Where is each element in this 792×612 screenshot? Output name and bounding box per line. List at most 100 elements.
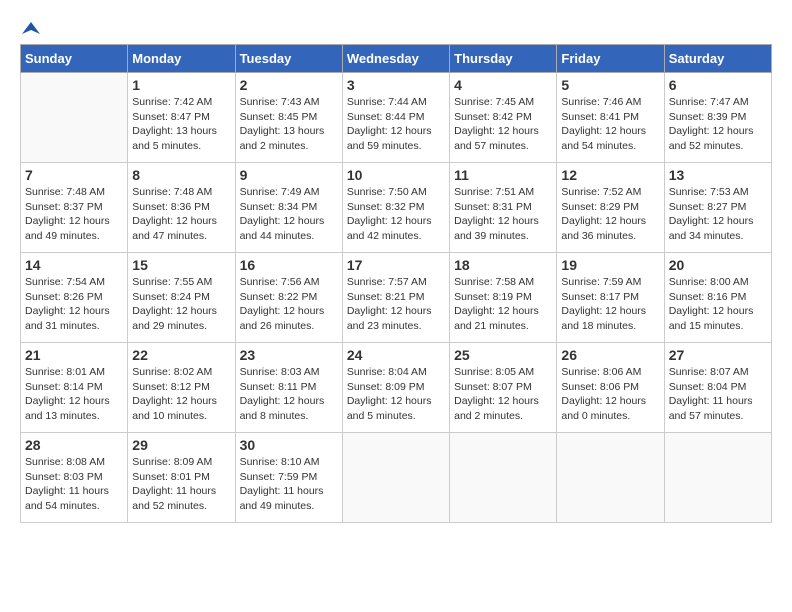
weekday-header-thursday: Thursday — [450, 45, 557, 73]
day-info: Sunrise: 7:42 AM Sunset: 8:47 PM Dayligh… — [132, 95, 230, 154]
calendar-cell: 13 Sunrise: 7:53 AM Sunset: 8:27 PM Dayli… — [664, 163, 771, 253]
day-info: Sunrise: 7:44 AM Sunset: 8:44 PM Dayligh… — [347, 95, 445, 154]
calendar-cell: 3 Sunrise: 7:44 AM Sunset: 8:44 PM Daylig… — [342, 73, 449, 163]
day-info: Sunrise: 7:53 AM Sunset: 8:27 PM Dayligh… — [669, 185, 767, 244]
calendar-cell — [342, 433, 449, 523]
day-info: Sunrise: 8:06 AM Sunset: 8:06 PM Dayligh… — [561, 365, 659, 424]
calendar-cell: 18 Sunrise: 7:58 AM Sunset: 8:19 PM Dayli… — [450, 253, 557, 343]
weekday-header-saturday: Saturday — [664, 45, 771, 73]
calendar-table: SundayMondayTuesdayWednesdayThursdayFrid… — [20, 44, 772, 523]
day-number: 2 — [240, 77, 338, 93]
day-number: 3 — [347, 77, 445, 93]
day-number: 10 — [347, 167, 445, 183]
day-number: 5 — [561, 77, 659, 93]
calendar-cell: 4 Sunrise: 7:45 AM Sunset: 8:42 PM Daylig… — [450, 73, 557, 163]
day-info: Sunrise: 8:07 AM Sunset: 8:04 PM Dayligh… — [669, 365, 767, 424]
calendar-cell: 26 Sunrise: 8:06 AM Sunset: 8:06 PM Dayli… — [557, 343, 664, 433]
calendar-cell: 1 Sunrise: 7:42 AM Sunset: 8:47 PM Daylig… — [128, 73, 235, 163]
day-number: 4 — [454, 77, 552, 93]
weekday-header-sunday: Sunday — [21, 45, 128, 73]
calendar-cell: 2 Sunrise: 7:43 AM Sunset: 8:45 PM Daylig… — [235, 73, 342, 163]
day-number: 8 — [132, 167, 230, 183]
calendar-cell: 21 Sunrise: 8:01 AM Sunset: 8:14 PM Dayli… — [21, 343, 128, 433]
calendar-cell: 23 Sunrise: 8:03 AM Sunset: 8:11 PM Dayli… — [235, 343, 342, 433]
day-number: 11 — [454, 167, 552, 183]
day-info: Sunrise: 7:50 AM Sunset: 8:32 PM Dayligh… — [347, 185, 445, 244]
day-info: Sunrise: 8:08 AM Sunset: 8:03 PM Dayligh… — [25, 455, 123, 514]
day-info: Sunrise: 7:43 AM Sunset: 8:45 PM Dayligh… — [240, 95, 338, 154]
calendar-cell: 30 Sunrise: 8:10 AM Sunset: 7:59 PM Dayli… — [235, 433, 342, 523]
day-info: Sunrise: 7:58 AM Sunset: 8:19 PM Dayligh… — [454, 275, 552, 334]
calendar-cell: 22 Sunrise: 8:02 AM Sunset: 8:12 PM Dayli… — [128, 343, 235, 433]
day-number: 22 — [132, 347, 230, 363]
calendar-cell: 25 Sunrise: 8:05 AM Sunset: 8:07 PM Dayli… — [450, 343, 557, 433]
calendar-cell: 29Sunrise: 8:09 AM Sunset: 8:01 PM Dayli… — [128, 433, 235, 523]
day-info: Sunrise: 7:45 AM Sunset: 8:42 PM Dayligh… — [454, 95, 552, 154]
calendar-cell: 14 Sunrise: 7:54 AM Sunset: 8:26 PM Dayli… — [21, 253, 128, 343]
weekday-header-friday: Friday — [557, 45, 664, 73]
day-number: 9 — [240, 167, 338, 183]
day-info: Sunrise: 8:01 AM Sunset: 8:14 PM Dayligh… — [25, 365, 123, 424]
calendar-cell: 9 Sunrise: 7:49 AM Sunset: 8:34 PM Daylig… — [235, 163, 342, 253]
calendar-cell: 16Sunrise: 7:56 AM Sunset: 8:22 PM Dayli… — [235, 253, 342, 343]
day-number: 16 — [240, 257, 338, 273]
calendar-cell — [557, 433, 664, 523]
day-info: Sunrise: 8:09 AM Sunset: 8:01 PM Dayligh… — [132, 455, 230, 514]
day-info: Sunrise: 8:00 AM Sunset: 8:16 PM Dayligh… — [669, 275, 767, 334]
day-info: Sunrise: 7:52 AM Sunset: 8:29 PM Dayligh… — [561, 185, 659, 244]
calendar-cell — [21, 73, 128, 163]
header — [20, 20, 772, 34]
calendar-cell: 28 Sunrise: 8:08 AM Sunset: 8:03 PM Dayli… — [21, 433, 128, 523]
day-number: 19 — [561, 257, 659, 273]
calendar-cell: 10 Sunrise: 7:50 AM Sunset: 8:32 PM Dayli… — [342, 163, 449, 253]
day-number: 24 — [347, 347, 445, 363]
calendar-cell: 17 Sunrise: 7:57 AM Sunset: 8:21 PM Dayli… — [342, 253, 449, 343]
calendar-cell: 15 Sunrise: 7:55 AM Sunset: 8:24 PM Dayli… — [128, 253, 235, 343]
day-info: Sunrise: 7:47 AM Sunset: 8:39 PM Dayligh… — [669, 95, 767, 154]
day-number: 26 — [561, 347, 659, 363]
calendar-cell: 12 Sunrise: 7:52 AM Sunset: 8:29 PM Dayli… — [557, 163, 664, 253]
day-info: Sunrise: 8:05 AM Sunset: 8:07 PM Dayligh… — [454, 365, 552, 424]
day-number: 6 — [669, 77, 767, 93]
day-number: 14 — [25, 257, 123, 273]
calendar-cell — [664, 433, 771, 523]
day-info: Sunrise: 7:57 AM Sunset: 8:21 PM Dayligh… — [347, 275, 445, 334]
day-info: Sunrise: 8:10 AM Sunset: 7:59 PM Dayligh… — [240, 455, 338, 514]
calendar-cell: 8 Sunrise: 7:48 AM Sunset: 8:36 PM Daylig… — [128, 163, 235, 253]
calendar-cell: 27Sunrise: 8:07 AM Sunset: 8:04 PM Dayli… — [664, 343, 771, 433]
day-info: Sunrise: 8:02 AM Sunset: 8:12 PM Dayligh… — [132, 365, 230, 424]
day-info: Sunrise: 7:51 AM Sunset: 8:31 PM Dayligh… — [454, 185, 552, 244]
day-number: 1 — [132, 77, 230, 93]
day-number: 15 — [132, 257, 230, 273]
day-number: 12 — [561, 167, 659, 183]
day-info: Sunrise: 8:03 AM Sunset: 8:11 PM Dayligh… — [240, 365, 338, 424]
logo-bird-icon — [22, 20, 40, 38]
calendar-cell: 24 Sunrise: 8:04 AM Sunset: 8:09 PM Dayli… — [342, 343, 449, 433]
day-number: 17 — [347, 257, 445, 273]
day-info: Sunrise: 7:54 AM Sunset: 8:26 PM Dayligh… — [25, 275, 123, 334]
calendar-cell: 20 Sunrise: 8:00 AM Sunset: 8:16 PM Dayli… — [664, 253, 771, 343]
day-number: 30 — [240, 437, 338, 453]
day-info: Sunrise: 8:04 AM Sunset: 8:09 PM Dayligh… — [347, 365, 445, 424]
day-number: 13 — [669, 167, 767, 183]
calendar-cell — [450, 433, 557, 523]
calendar-cell: 11 Sunrise: 7:51 AM Sunset: 8:31 PM Dayli… — [450, 163, 557, 253]
weekday-header-wednesday: Wednesday — [342, 45, 449, 73]
weekday-header-monday: Monday — [128, 45, 235, 73]
day-info: Sunrise: 7:59 AM Sunset: 8:17 PM Dayligh… — [561, 275, 659, 334]
day-info: Sunrise: 7:46 AM Sunset: 8:41 PM Dayligh… — [561, 95, 659, 154]
day-number: 28 — [25, 437, 123, 453]
calendar-cell: 19 Sunrise: 7:59 AM Sunset: 8:17 PM Dayli… — [557, 253, 664, 343]
day-number: 25 — [454, 347, 552, 363]
day-number: 23 — [240, 347, 338, 363]
day-number: 21 — [25, 347, 123, 363]
day-number: 18 — [454, 257, 552, 273]
calendar-cell: 5 Sunrise: 7:46 AM Sunset: 8:41 PM Daylig… — [557, 73, 664, 163]
calendar-cell: 7Sunrise: 7:48 AM Sunset: 8:37 PM Daylig… — [21, 163, 128, 253]
day-info: Sunrise: 7:48 AM Sunset: 8:37 PM Dayligh… — [25, 185, 123, 244]
day-number: 20 — [669, 257, 767, 273]
day-info: Sunrise: 7:55 AM Sunset: 8:24 PM Dayligh… — [132, 275, 230, 334]
calendar-cell: 6 Sunrise: 7:47 AM Sunset: 8:39 PM Daylig… — [664, 73, 771, 163]
day-info: Sunrise: 7:49 AM Sunset: 8:34 PM Dayligh… — [240, 185, 338, 244]
day-info: Sunrise: 7:48 AM Sunset: 8:36 PM Dayligh… — [132, 185, 230, 244]
